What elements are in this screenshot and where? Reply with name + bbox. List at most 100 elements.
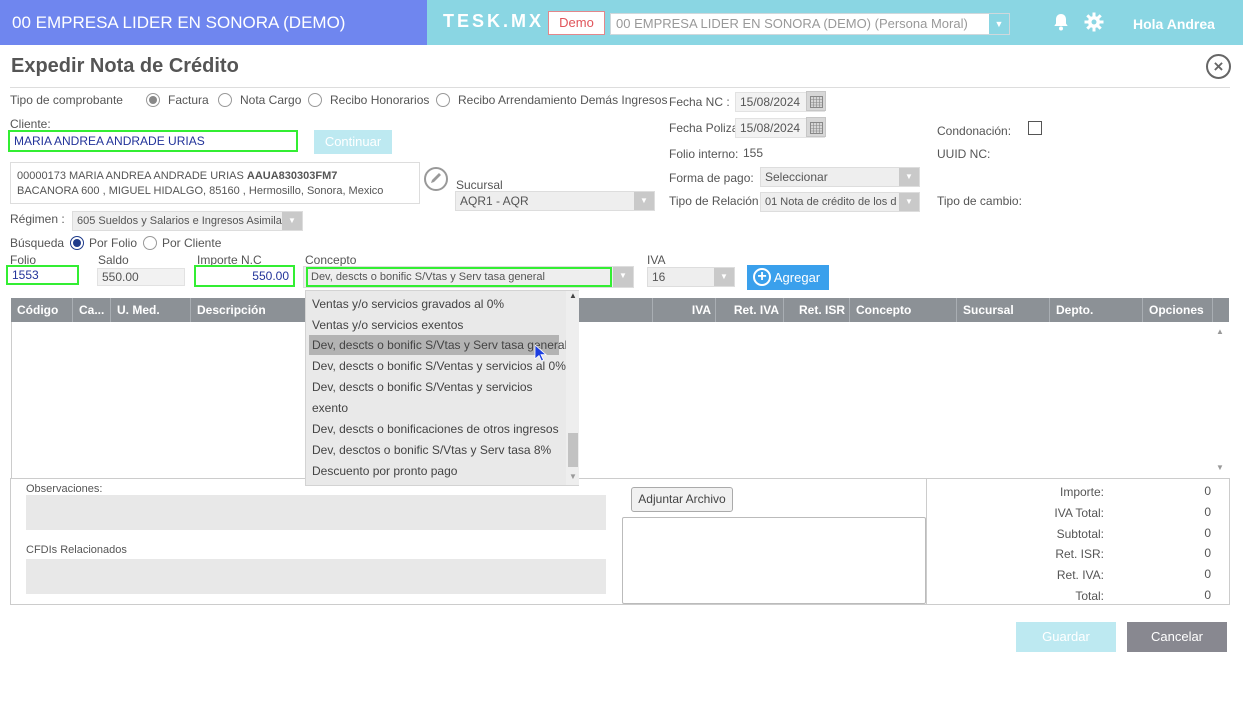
col-codigo[interactable]: Código (11, 298, 73, 322)
guardar-button[interactable]: Guardar (1016, 622, 1116, 652)
chevron-down-icon[interactable]: ▼ (634, 192, 654, 210)
close-icon[interactable]: × (1206, 54, 1231, 79)
folio-interno-label: Folio interno: (669, 147, 739, 161)
sucursal-select[interactable]: AQR1 - AQR ▼ (455, 191, 655, 211)
radio-recibo-arrendamiento[interactable] (436, 93, 450, 107)
adjuntar-archivo-button[interactable]: Adjuntar Archivo (631, 487, 733, 512)
forma-pago-label: Forma de pago: (669, 171, 754, 185)
forma-pago-select[interactable]: Seleccionar ▼ (760, 167, 920, 187)
attachment-area[interactable] (622, 517, 926, 604)
dropdown-option[interactable]: Dev, descts o bonific S/Ventas y servici… (312, 380, 533, 394)
subtotal-value: 0 (1204, 526, 1211, 540)
bottom-panel: Observaciones: CFDIs Relacionados Adjunt… (10, 478, 1230, 605)
condonacion-checkbox[interactable] (1028, 121, 1042, 135)
cliente-info-box: 00000173 MARIA ANDREA ANDRADE URIAS AAUA… (10, 162, 420, 204)
cancelar-button[interactable]: Cancelar (1127, 622, 1227, 652)
dropdown-option-highlighted-label[interactable]: Dev, descts o bonific S/Vtas y Serv tasa… (312, 338, 567, 352)
chevron-down-icon[interactable]: ▼ (282, 212, 302, 230)
cliente-info-line2: BACANORA 600 , MIGUEL HIDALGO, 85160 , H… (17, 185, 384, 197)
grid-body (11, 322, 1229, 478)
dropdown-option[interactable]: Descuento por pronto pago (312, 464, 457, 478)
folio-input[interactable]: 1553 (6, 265, 79, 285)
radio-factura[interactable] (146, 93, 160, 107)
regimen-label: Régimen : (10, 212, 65, 226)
concepto-select[interactable]: Dev, descts o bonific S/Vtas y Serv tasa… (303, 266, 634, 288)
scroll-up-icon[interactable]: ▲ (1216, 327, 1224, 336)
calendar-icon[interactable] (806, 91, 826, 111)
radio-recibo-honorarios[interactable] (308, 93, 322, 107)
chevron-down-icon[interactable]: ▼ (899, 168, 919, 186)
cliente-info-line1: 00000173 MARIA ANDREA ANDRADE URIAS AAUA… (17, 170, 338, 182)
observaciones-label: Observaciones: (26, 483, 103, 495)
agregar-button[interactable]: + Agregar (747, 265, 829, 290)
col-iva[interactable]: IVA (653, 298, 716, 322)
total-label: Total: (1075, 589, 1104, 603)
radio-por-folio[interactable] (70, 236, 84, 250)
importe-input[interactable]: 550.00 (194, 265, 295, 287)
saldo-label: Saldo (98, 253, 129, 267)
total-importe-value: 0 (1204, 484, 1211, 498)
regimen-select[interactable]: 605 Sueldos y Salarios e Ingresos Asimil… (72, 211, 303, 231)
cfdis-textarea[interactable] (26, 559, 606, 594)
iva-select[interactable]: 16 ▼ (647, 267, 735, 287)
tipo-cambio-label: Tipo de cambio: (937, 194, 1022, 208)
divider (10, 87, 1230, 88)
total-value: 0 (1204, 588, 1211, 602)
col-sucursal[interactable]: Sucursal (957, 298, 1050, 322)
total-iva-value: 0 (1204, 505, 1211, 519)
divider (926, 479, 927, 604)
plus-icon: + (753, 268, 771, 286)
company-select[interactable]: 00 EMPRESA LIDER EN SONORA (DEMO) (Perso… (610, 13, 1010, 35)
col-concepto[interactable]: Concepto (850, 298, 957, 322)
top-bar-right: TESK.MX Demo 00 EMPRESA LIDER EN SONORA … (427, 0, 1243, 45)
observaciones-textarea[interactable] (26, 495, 606, 530)
cfdis-label: CFDIs Relacionados (26, 544, 127, 556)
tipo-relacion-select[interactable]: 01 Nota de crédito de los d ▼ (760, 192, 920, 212)
dropdown-option[interactable]: Ventas y/o servicios gravados al 0% (312, 297, 504, 311)
sucursal-value: AQR1 - AQR (460, 194, 529, 208)
chevron-down-icon[interactable]: ▼ (613, 267, 633, 287)
dropdown-option[interactable]: Ventas y/o servicios exentos (312, 318, 463, 332)
col-ret-iva[interactable]: Ret. IVA (716, 298, 784, 322)
col-cantidad[interactable]: Ca... (73, 298, 111, 322)
iva-value: 16 (652, 270, 666, 284)
gear-icon[interactable] (1084, 12, 1104, 32)
scroll-up-icon[interactable]: ▲ (569, 291, 577, 300)
dropdown-option[interactable]: Dev, desctos o bonific S/Vtas y Serv tas… (312, 443, 551, 457)
dropdown-option-cont[interactable]: exento (312, 401, 348, 415)
chevron-down-icon[interactable]: ▼ (714, 268, 734, 286)
concepto-dropdown-list[interactable]: Ventas y/o servicios gravados al 0% Vent… (305, 290, 579, 486)
cliente-input[interactable]: MARIA ANDREA ANDRADE URIAS (8, 130, 298, 152)
dropdown-option[interactable]: Dev, descts o bonific S/Ventas y servici… (312, 359, 566, 373)
col-unidad-medida[interactable]: U. Med. (111, 298, 191, 322)
scroll-down-icon[interactable]: ▼ (569, 472, 577, 481)
scroll-down-icon[interactable]: ▼ (1216, 463, 1224, 472)
dropdown-scroll-thumb[interactable] (568, 433, 578, 467)
ret-isr-label: Ret. ISR: (1055, 547, 1104, 561)
chevron-down-icon[interactable]: ▼ (899, 193, 919, 211)
col-opciones[interactable]: Opciones (1143, 298, 1213, 322)
edit-icon[interactable] (424, 167, 448, 191)
regimen-value: 605 Sueldos y Salarios e Ingresos Asimil… (77, 215, 282, 227)
agregar-label: Agregar (773, 270, 821, 285)
chevron-down-icon[interactable]: ▼ (989, 14, 1009, 34)
fecha-nc-label: Fecha NC : (669, 95, 730, 109)
sucursal-label: Sucursal (456, 178, 503, 192)
company-title: 00 EMPRESA LIDER EN SONORA (DEMO) (0, 0, 427, 45)
col-ret-isr[interactable]: Ret. ISR (784, 298, 850, 322)
bell-icon[interactable] (1053, 13, 1069, 31)
uuid-label: UUID NC: (937, 147, 991, 161)
dropdown-option[interactable]: Dev, descts o bonificaciones de otros in… (312, 422, 559, 436)
radio-por-cliente[interactable] (143, 236, 157, 250)
radio-nota-cargo[interactable] (218, 93, 232, 107)
saldo-input: 550.00 (97, 268, 185, 286)
continuar-button[interactable]: Continuar (314, 130, 392, 154)
demo-button[interactable]: Demo (548, 11, 605, 35)
radio-factura-label: Factura (168, 93, 209, 107)
grid-scrollbar[interactable]: ▲ ▼ (1212, 322, 1229, 478)
busqueda-label: Búsqueda (10, 236, 65, 250)
radio-por-folio-label: Por Folio (89, 236, 138, 250)
calendar-icon[interactable] (806, 117, 826, 137)
user-greeting[interactable]: Hola Andrea (1133, 16, 1215, 32)
col-depto[interactable]: Depto. (1050, 298, 1143, 322)
